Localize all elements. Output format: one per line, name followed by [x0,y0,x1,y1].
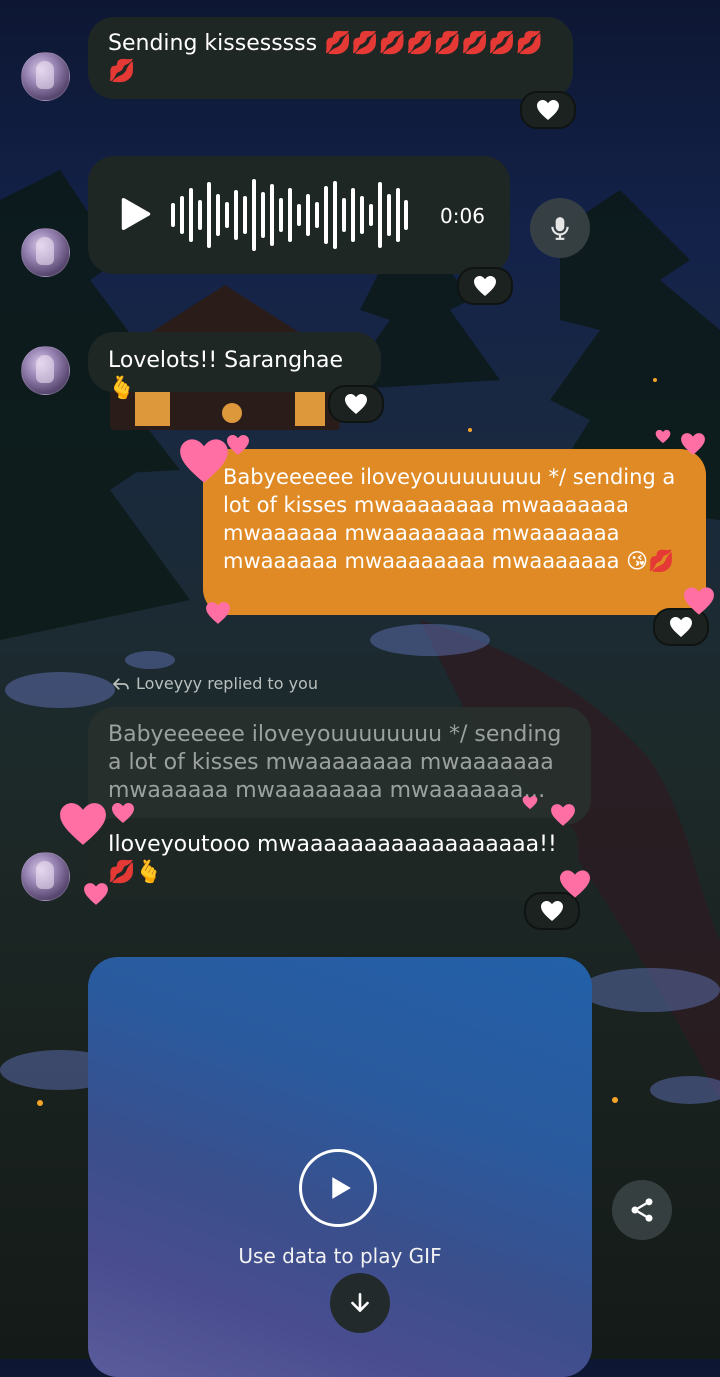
heart-effect-icon [84,883,108,905]
message-text: Babyeeeeee iloveyouuuuuuuu */ sending a … [223,465,676,573]
heart-icon [670,617,692,637]
gif-download-button[interactable] [330,1273,390,1333]
play-icon[interactable] [120,196,152,232]
heart-effect-icon [522,795,538,810]
reply-indicator: Loveyyy replied to you [112,674,318,693]
message-bubble[interactable]: Sending kissesssss 💋💋💋💋💋💋💋💋💋 [88,17,573,99]
reply-label: Loveyyy replied to you [136,674,318,693]
message-text: Iloveyoutooo mwaaaaaaaaaaaaaaaaaa!! 💋🫰 [108,832,557,885]
heart-icon [474,276,496,296]
heart-effect-icon [681,433,705,455]
voice-transcribe-button[interactable] [530,198,590,258]
share-button[interactable] [612,1180,672,1240]
heart-effect-icon [227,435,249,455]
gif-message[interactable]: Use data to play GIF [88,957,592,1377]
heart-reaction[interactable] [520,91,576,129]
arrow-down-icon [351,1293,369,1312]
message-text: Sending kissesssss 💋💋💋💋💋💋💋💋💋 [108,31,544,84]
heart-effect-icon [551,804,575,826]
quoted-text: Babyeeeeee iloveyouuuuuuuu */ sending a … [108,722,562,803]
heart-icon [541,901,563,921]
voice-waveform[interactable] [170,178,410,252]
heart-reaction[interactable] [457,267,513,305]
message-bubble[interactable]: Lovelots!! Saranghae🫰 [88,332,381,401]
heart-effect-icon [206,602,230,624]
reply-arrow-icon [112,677,129,690]
heart-reaction[interactable] [328,385,384,423]
play-icon [331,1177,351,1199]
contact-avatar[interactable] [21,52,70,101]
share-icon [631,1198,653,1222]
heart-icon [537,100,559,120]
heart-effect-icon [180,439,228,483]
voice-duration: 0:06 [440,204,485,228]
message-bubble[interactable]: Iloveyoutooo mwaaaaaaaaaaaaaaaaaa!! 💋🫰 [88,818,578,900]
contact-avatar[interactable] [21,228,70,277]
quoted-message[interactable]: Babyeeeeee iloveyouuuuuuuu */ sending a … [88,707,591,825]
contact-avatar[interactable] [21,346,70,395]
heart-effect-icon [560,870,590,898]
heart-effect-icon [112,803,134,823]
heart-effect-icon [60,803,106,845]
heart-icon [345,394,367,414]
contact-avatar[interactable] [21,852,70,901]
heart-effect-icon [684,587,714,615]
heart-effect-icon [655,429,671,444]
gif-data-label: Use data to play GIF [238,1244,442,1268]
microphone-icon [551,217,569,240]
gif-play-button[interactable] [299,1149,377,1227]
sent-message-bubble[interactable]: Babyeeeeee iloveyouuuuuuuu */ sending a … [203,449,706,615]
